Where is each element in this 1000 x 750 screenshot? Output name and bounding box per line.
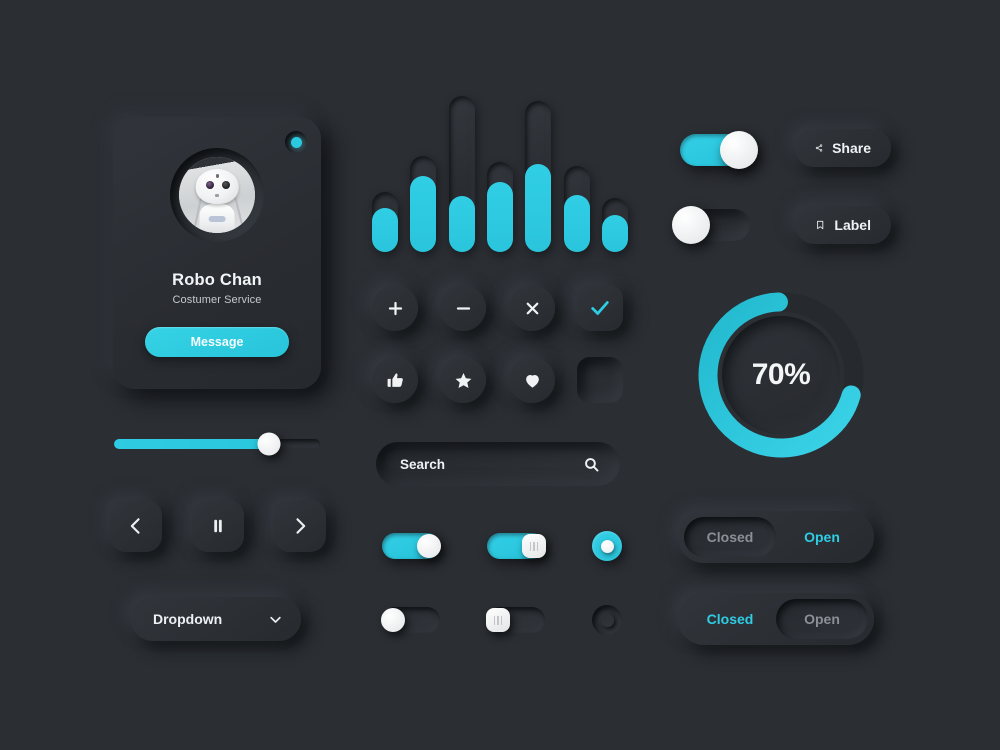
big-toggle-on[interactable]	[680, 131, 758, 169]
segmented-closed-selected[interactable]: Closed Open	[678, 593, 874, 645]
status-indicator	[285, 131, 307, 153]
bar-track	[372, 191, 398, 252]
add-button[interactable]	[372, 285, 418, 331]
close-button[interactable]	[509, 285, 555, 331]
minus-icon	[456, 306, 470, 310]
toggle-round-off[interactable]	[381, 607, 440, 633]
volume-slider[interactable]	[114, 432, 320, 456]
message-button[interactable]: Message	[145, 327, 289, 357]
status-dot-icon	[290, 136, 302, 148]
check-icon	[591, 301, 609, 315]
toggle-knob[interactable]	[672, 206, 710, 244]
bar-fill	[448, 196, 475, 252]
slider-knob[interactable]	[257, 432, 280, 456]
toggle-knob[interactable]	[486, 608, 510, 632]
avatar	[179, 157, 255, 233]
search-input[interactable]	[400, 456, 583, 472]
radio-on[interactable]	[592, 531, 622, 561]
toggle-square-on[interactable]	[487, 533, 546, 559]
label-button[interactable]: Label	[795, 206, 891, 244]
segment-closed[interactable]: Closed	[684, 599, 776, 639]
profile-card: Robo Chan Costumer Service Message	[113, 117, 321, 389]
like-button[interactable]	[372, 357, 418, 403]
chevron-left-icon	[130, 518, 140, 534]
remove-button[interactable]	[440, 285, 486, 331]
dropdown-select[interactable]: Dropdown	[131, 597, 301, 641]
close-icon	[526, 302, 538, 314]
bar-fill	[525, 164, 552, 252]
slider-track	[114, 439, 320, 449]
bar-track	[602, 198, 628, 252]
bar-track	[487, 162, 513, 252]
plus-icon	[388, 301, 402, 315]
big-toggle-off[interactable]	[672, 206, 750, 244]
heart-icon	[525, 374, 539, 388]
toggle-knob[interactable]	[417, 534, 441, 558]
slider-fill	[114, 439, 269, 449]
bar-track	[563, 166, 590, 252]
avatar-ring	[170, 148, 264, 242]
bar-track	[410, 156, 437, 252]
share-nodes-icon	[815, 144, 823, 152]
bar-chart	[372, 96, 628, 252]
bar-track	[525, 100, 552, 252]
profile-role: Costumer Service	[172, 294, 262, 306]
search-field[interactable]	[376, 442, 620, 486]
progress-ring-center: 70%	[722, 316, 840, 434]
segment-open[interactable]: Open	[776, 599, 868, 639]
thumbs-up-icon	[387, 372, 403, 387]
bookmark-icon	[817, 220, 824, 230]
toggle-knob[interactable]	[522, 534, 546, 558]
confirm-checkbox[interactable]	[577, 285, 623, 331]
bar-fill	[563, 195, 590, 252]
next-button[interactable]	[274, 500, 326, 552]
star-icon	[455, 372, 471, 388]
empty-checkbox[interactable]	[577, 357, 623, 403]
pause-icon	[214, 519, 222, 533]
share-button[interactable]: Share	[795, 129, 891, 167]
progress-ring: 70%	[694, 288, 868, 462]
bar-fill	[487, 181, 513, 252]
chevron-right-icon	[296, 518, 306, 534]
search-icon[interactable]	[583, 456, 600, 473]
segment-open[interactable]: Open	[776, 517, 868, 557]
bar-fill	[410, 175, 437, 252]
bar-fill	[602, 214, 628, 252]
share-button-label: Share	[832, 140, 871, 156]
toggle-round-on[interactable]	[382, 533, 441, 559]
ui-kit-canvas: Robo Chan Costumer Service Message Dropd…	[0, 0, 1000, 750]
bar-track	[448, 96, 475, 252]
toggle-knob[interactable]	[720, 131, 758, 169]
label-button-label: Label	[834, 217, 871, 233]
heart-button[interactable]	[509, 357, 555, 403]
dropdown-label: Dropdown	[153, 611, 223, 627]
progress-value: 70%	[751, 358, 811, 391]
toggle-square-off[interactable]	[486, 607, 545, 633]
bar-fill	[372, 208, 398, 252]
pause-button[interactable]	[192, 500, 244, 552]
favorite-button[interactable]	[440, 357, 486, 403]
chevron-down-icon	[270, 616, 281, 623]
radio-off[interactable]	[592, 605, 622, 635]
previous-button[interactable]	[110, 500, 162, 552]
profile-name: Robo Chan	[172, 271, 262, 289]
segmented-open-selected[interactable]: Closed Open	[678, 511, 874, 563]
segment-closed[interactable]: Closed	[684, 517, 776, 557]
toggle-knob[interactable]	[381, 608, 405, 632]
